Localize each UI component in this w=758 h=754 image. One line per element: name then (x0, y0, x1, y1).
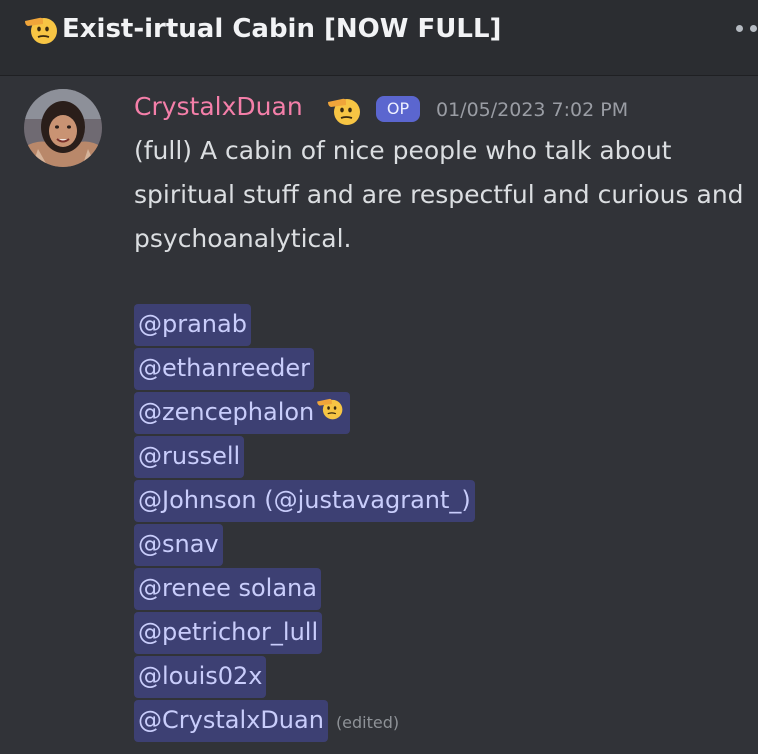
username[interactable]: CrystalxDuan (134, 91, 303, 123)
user-mention[interactable]: @zencephalon (134, 392, 351, 434)
user-mention[interactable]: @louis02x (134, 656, 267, 698)
mention-line: @ethanreeder (134, 347, 754, 391)
mention-line: @louis02x (134, 655, 754, 699)
avatar[interactable] (24, 89, 102, 167)
mention-line: @snav (134, 523, 754, 567)
thread-title: Exist-irtual Cabin [NOW FULL] (62, 14, 502, 44)
op-badge: OP (376, 96, 420, 122)
thread-header: Exist-irtual Cabin [NOW FULL] (0, 0, 758, 76)
user-mention[interactable]: @pranab (134, 304, 251, 346)
user-mention[interactable]: @renee solana (134, 568, 321, 610)
mention-list: @pranab @ethanreeder @zencephalon @russe… (134, 303, 754, 743)
mention-line: @renee solana (134, 567, 754, 611)
user-mention[interactable]: @russell (134, 436, 245, 478)
user-mention[interactable]: @Johnson (@justavagrant_) (134, 480, 475, 522)
user-mention[interactable]: @CrystalxDuan (134, 700, 328, 742)
mention-line: @CrystalxDuan (edited) (134, 699, 754, 743)
message-timestamp[interactable]: 01/05/2023 7:02 PM (436, 97, 628, 123)
saluting-face-emoji-icon (326, 92, 364, 130)
user-mention[interactable]: @snav (134, 524, 223, 566)
mention-line: @russell (134, 435, 754, 479)
edited-label: (edited) (335, 713, 400, 732)
message-body: (full) A cabin of nice people who talk a… (134, 129, 754, 261)
saluting-face-emoji-icon (316, 393, 346, 433)
more-options-icon[interactable] (736, 21, 758, 35)
mention-text: @zencephalon (138, 398, 315, 426)
mention-line: @Johnson (@justavagrant_) (134, 479, 754, 523)
message-text: (full) A cabin of nice people who talk a… (134, 136, 744, 253)
mention-line: @zencephalon (134, 391, 754, 435)
user-mention[interactable]: @ethanreeder (134, 348, 315, 390)
mention-line: @petrichor_lull (134, 611, 754, 655)
mention-line: @pranab (134, 303, 754, 347)
saluting-face-emoji-icon (24, 12, 60, 50)
message: CrystalxDuan OP 01/05/2023 7:02 PM (full… (0, 77, 758, 754)
user-mention[interactable]: @petrichor_lull (134, 612, 323, 654)
